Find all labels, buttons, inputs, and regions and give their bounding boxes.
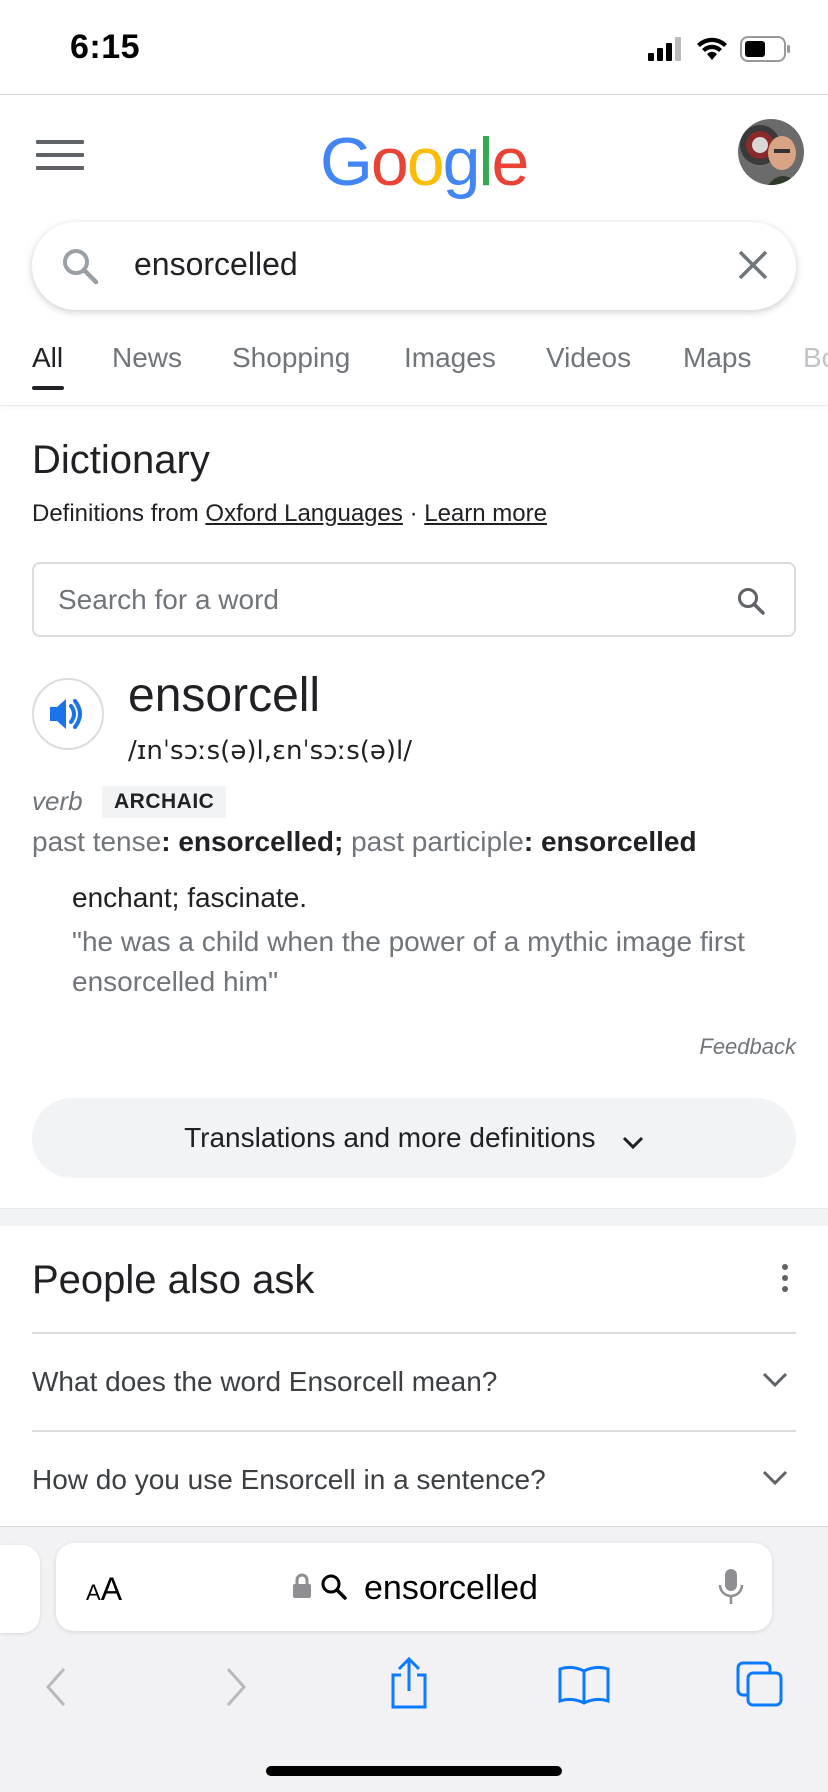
translations-more-label: Translations and more definitions xyxy=(184,1122,596,1153)
forward-icon[interactable] xyxy=(224,1667,248,1707)
dictionary-title: Dictionary xyxy=(32,438,210,482)
register-badge: ARCHAIC xyxy=(102,786,227,818)
search-tabs: All News Shopping Images Videos Maps Bo xyxy=(0,330,828,406)
speaker-icon xyxy=(50,699,82,729)
home-indicator xyxy=(266,1766,562,1776)
search-icon xyxy=(321,1574,347,1600)
logo-letter: o xyxy=(406,124,445,200)
pronunciation-button[interactable] xyxy=(32,678,104,750)
google-header: Google xyxy=(0,95,828,215)
battery-icon xyxy=(740,36,790,62)
part-of-speech: verb xyxy=(32,786,83,816)
search-icon xyxy=(63,249,99,285)
status-time: 6:15 xyxy=(70,28,141,66)
logo-letter: g xyxy=(442,124,481,200)
learn-more-link[interactable]: Learn more xyxy=(424,500,547,527)
chevron-down-icon xyxy=(762,1470,788,1486)
verb-forms: past tense: ensorcelled; past participle… xyxy=(32,826,697,857)
feedback-link[interactable]: Feedback xyxy=(699,1034,796,1060)
bookmarks-icon[interactable] xyxy=(558,1665,610,1705)
tab-images[interactable]: Images xyxy=(404,342,496,374)
lock-icon xyxy=(293,1573,311,1598)
source-prefix: Definitions from xyxy=(32,500,199,527)
microphone-icon[interactable] xyxy=(718,1567,744,1607)
more-options-icon[interactable] xyxy=(782,1264,792,1297)
section-divider xyxy=(0,1208,828,1226)
address-bar-text: ensorcelled xyxy=(364,1569,538,1607)
address-bar[interactable]: AA ensorcelled xyxy=(56,1543,772,1631)
tab-videos[interactable]: Videos xyxy=(546,342,631,374)
clear-search-icon[interactable] xyxy=(736,248,770,282)
wifi-icon xyxy=(697,37,727,60)
translations-more-button[interactable]: Translations and more definitions xyxy=(32,1098,796,1178)
status-icons xyxy=(648,36,792,62)
example-sentence: "he was a child when the power of a myth… xyxy=(72,926,745,997)
previous-tab-preview[interactable] xyxy=(0,1545,40,1633)
oxford-languages-link[interactable]: Oxford Languages xyxy=(205,500,402,527)
paa-question-text: What does the word Ensorcell mean? xyxy=(32,1366,498,1397)
definition-text: enchant; fascinate. xyxy=(72,882,308,913)
phonetic-spelling: /ɪnˈsɔːs(ə)l,ɛnˈsɔːs(ə)l/ xyxy=(128,736,413,766)
tab-news[interactable]: News xyxy=(112,342,182,374)
dictionary-source: Definitions from Oxford Languages · Lear… xyxy=(32,500,547,528)
tabs-icon[interactable] xyxy=(736,1661,784,1707)
tab-all[interactable]: All xyxy=(32,342,63,374)
chevron-down-icon xyxy=(762,1372,788,1388)
word-search-placeholder: Search for a word xyxy=(58,584,279,615)
cellular-signal-icon xyxy=(648,37,681,61)
tab-maps[interactable]: Maps xyxy=(683,342,751,374)
past-participle-value: ensorcelled xyxy=(540,826,697,857)
hamburger-menu-icon[interactable] xyxy=(36,140,84,174)
chevron-down-icon xyxy=(622,1136,643,1149)
safari-bottom-bar: AA ensorcelled xyxy=(0,1526,828,1792)
tab-shopping[interactable]: Shopping xyxy=(232,342,350,374)
avatar[interactable] xyxy=(738,119,804,185)
share-icon[interactable] xyxy=(388,1657,430,1709)
paa-question-2[interactable]: How do you use Ensorcell in a sentence? xyxy=(32,1430,796,1528)
back-icon[interactable] xyxy=(44,1667,68,1707)
paa-question-text: How do you use Ensorcell in a sentence? xyxy=(32,1464,546,1495)
search-bar[interactable]: ensorcelled xyxy=(32,222,796,310)
logo-letter: G xyxy=(320,124,373,200)
word-search-input[interactable]: Search for a word xyxy=(32,562,796,637)
tab-books[interactable]: Bo xyxy=(803,342,828,374)
logo-letter: o xyxy=(370,124,409,200)
logo-letter: e xyxy=(491,124,530,200)
past-participle-label: past participle xyxy=(351,826,524,857)
past-tense-value: ensorcelled xyxy=(178,826,334,857)
logo-letter: l xyxy=(478,124,493,200)
search-icon[interactable] xyxy=(736,586,766,616)
paa-question-1[interactable]: What does the word Ensorcell mean? xyxy=(32,1332,796,1430)
safari-toolbar xyxy=(0,1657,828,1737)
headword: ensorcell xyxy=(128,669,321,722)
google-logo[interactable]: Google xyxy=(320,123,530,201)
text-size-button[interactable]: AA xyxy=(86,1571,122,1608)
status-bar: 6:15 xyxy=(0,0,828,95)
source-separator: · xyxy=(409,500,418,527)
active-tab-indicator xyxy=(32,386,64,390)
past-tense-label: past tense xyxy=(32,826,162,857)
search-input[interactable]: ensorcelled xyxy=(134,246,298,283)
people-also-ask-title: People also ask xyxy=(32,1258,315,1302)
